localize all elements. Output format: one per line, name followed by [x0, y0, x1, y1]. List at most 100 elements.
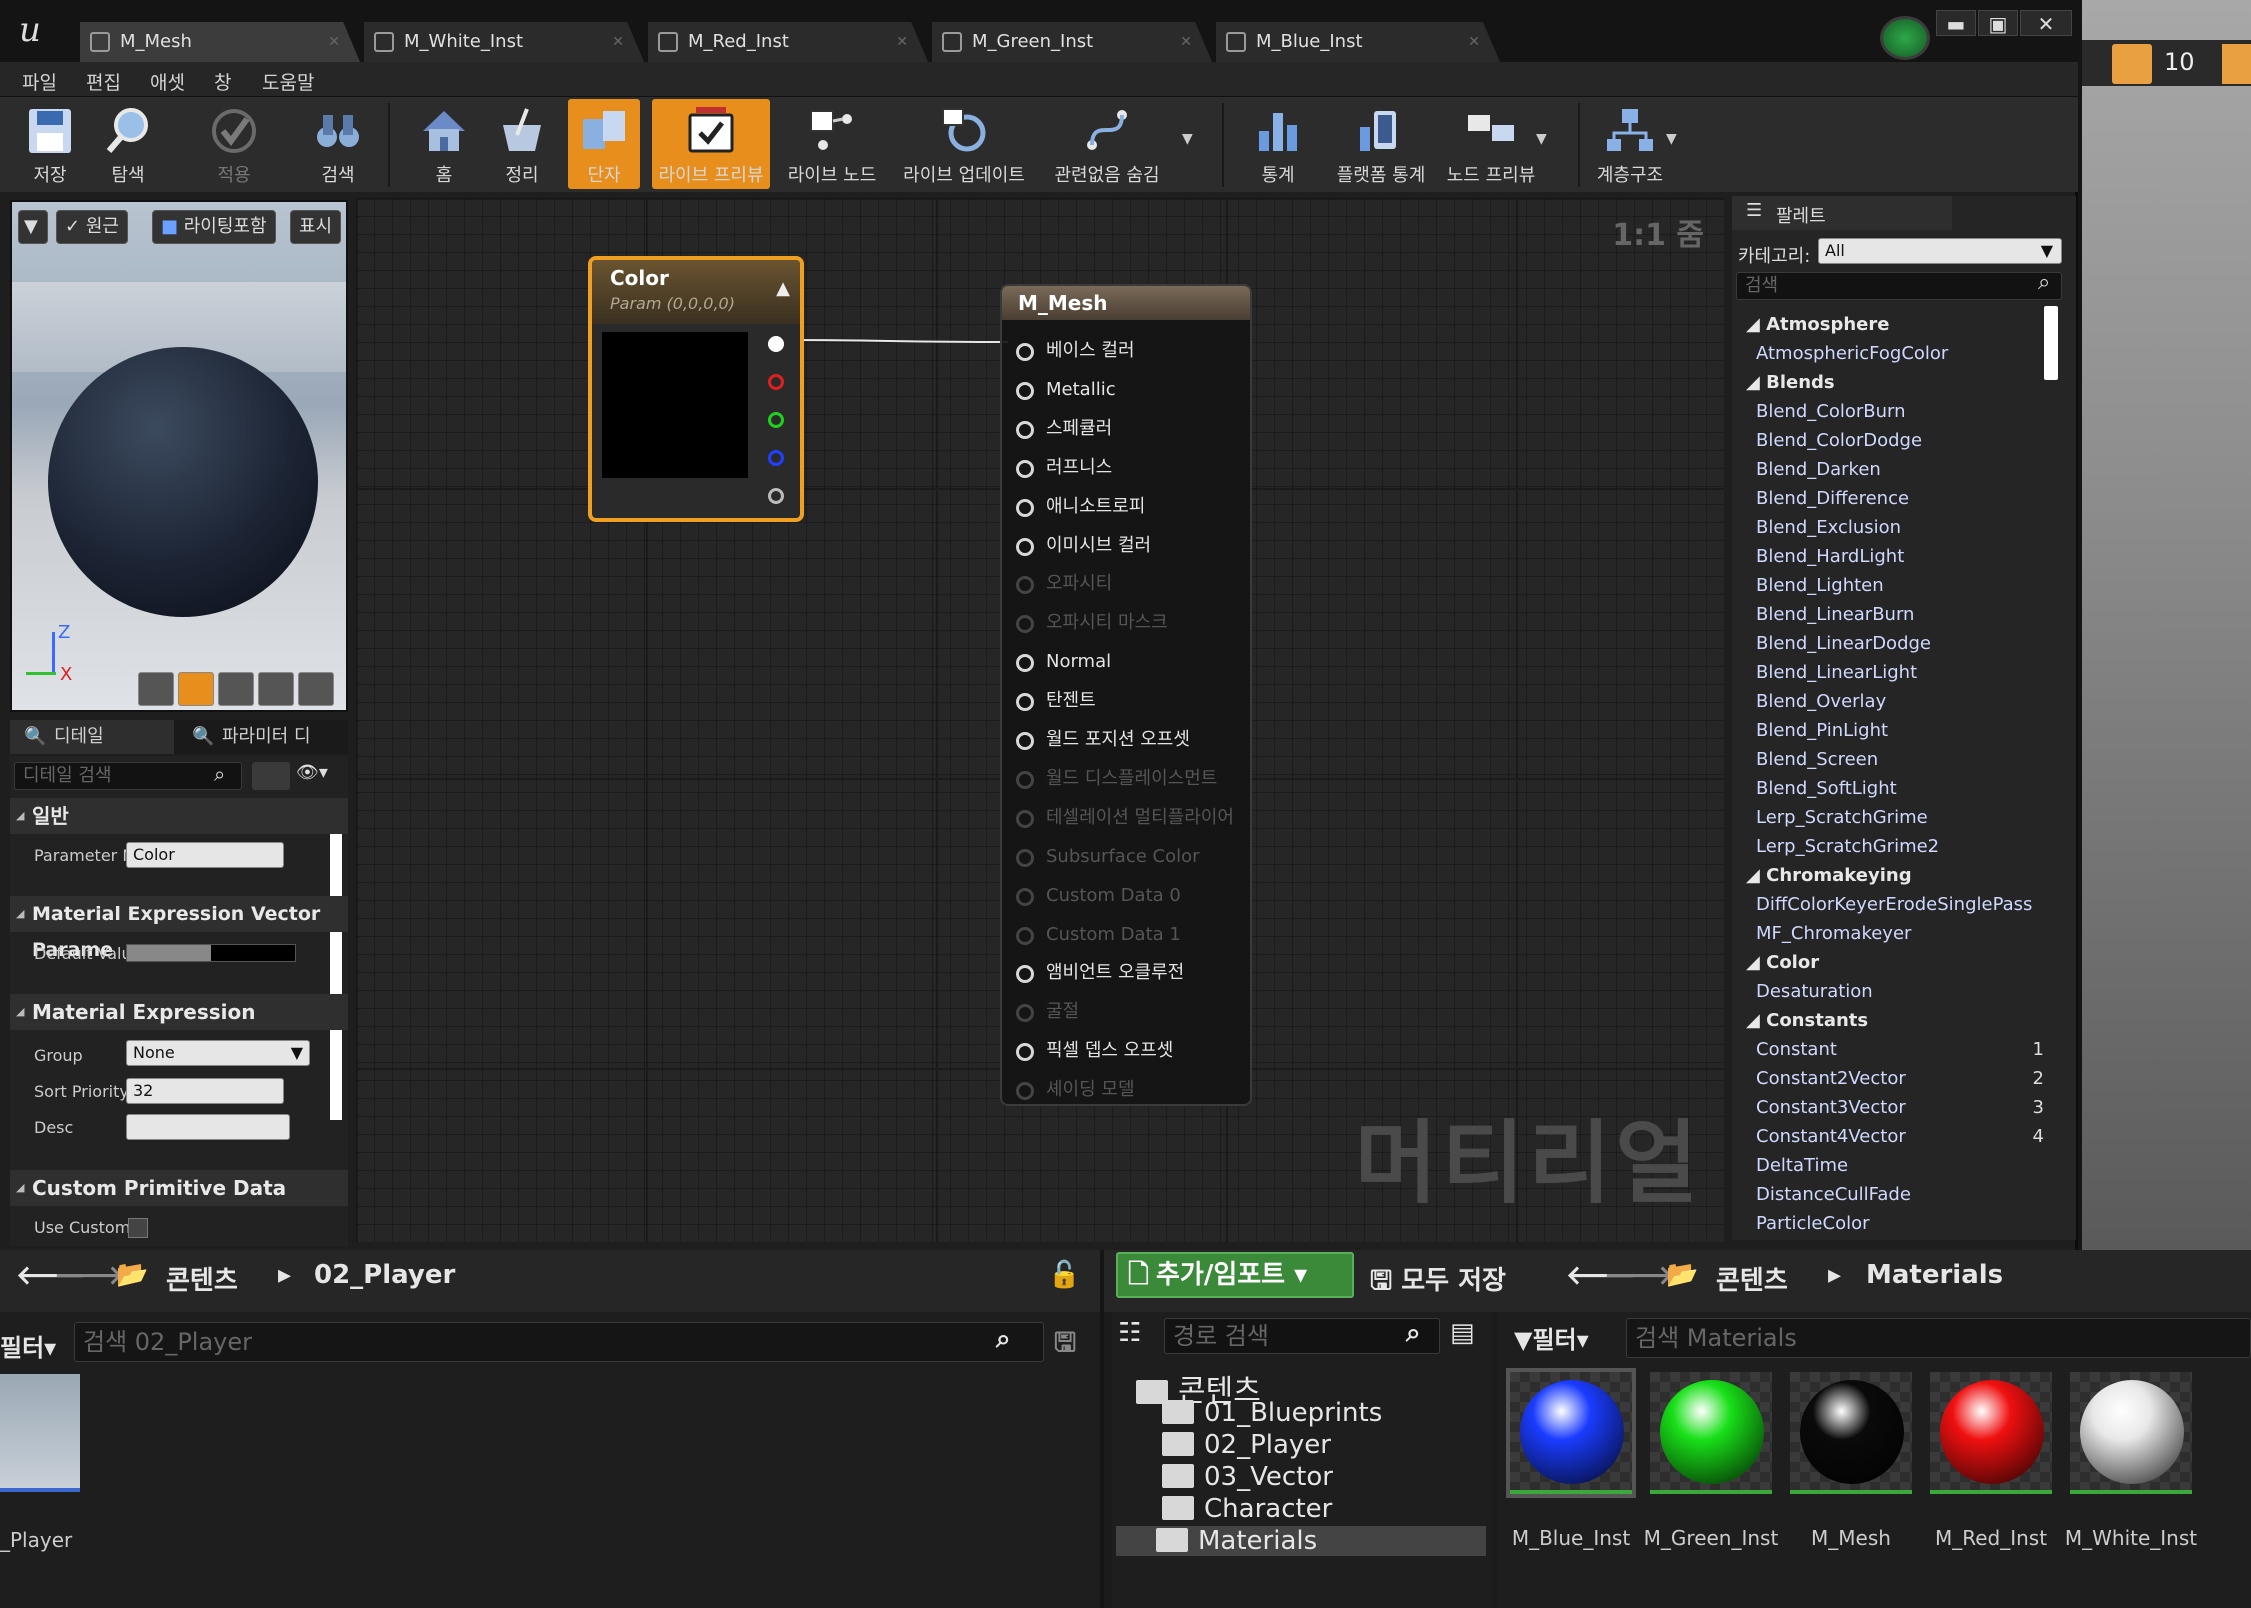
- player-asset-thumbnail[interactable]: [0, 1374, 80, 1492]
- palette-search-input[interactable]: 검색: [1736, 272, 2062, 300]
- material-result-node[interactable]: M_Mesh 베이스 컬러 Metallic 스페큘러 러프니스 애니소트로피 이미시브 …: [1000, 284, 1252, 1106]
- path-search-input[interactable]: 경로 검색: [1164, 1318, 1440, 1354]
- palette-item[interactable]: Blend_SoftLight: [1732, 774, 2062, 803]
- material-thumbnail[interactable]: [1930, 1372, 2052, 1494]
- palette-item[interactable]: DistanceCullFade: [1732, 1180, 2062, 1209]
- input-pin[interactable]: Metallic: [1016, 377, 1116, 403]
- palette-item[interactable]: Constant 1: [1732, 1035, 2062, 1064]
- asset-label[interactable]: M_Red_Inst: [1921, 1526, 2061, 1550]
- breadcrumb-root[interactable]: 콘텐츠: [166, 1260, 238, 1297]
- input-pin[interactable]: 월드 포지션 오프셋: [1016, 727, 1190, 753]
- lock-icon[interactable]: 🔓: [1048, 1260, 1080, 1290]
- palette-item[interactable]: Blend_Lighten: [1732, 571, 2062, 600]
- output-pin-g[interactable]: [768, 412, 784, 428]
- input-pin[interactable]: Custom Data 0: [1016, 883, 1181, 909]
- input-pin[interactable]: 오파시티: [1016, 571, 1112, 597]
- input-pin[interactable]: 애니소트로피: [1016, 494, 1145, 520]
- angle-snap-icon[interactable]: [2222, 44, 2251, 84]
- filter-button[interactable]: 필터▾: [0, 1328, 56, 1363]
- forward-arrow-icon[interactable]: 🡒: [1604, 1260, 1674, 1291]
- collapse-icon[interactable]: ▲: [776, 278, 790, 299]
- palette-item[interactable]: Blend_Overlay: [1732, 687, 2062, 716]
- palette-category[interactable]: ◢ Constants: [1732, 1006, 2062, 1035]
- palette-item[interactable]: Blend_LinearDodge: [1732, 629, 2062, 658]
- material-thumbnail[interactable]: [2070, 1372, 2192, 1494]
- input-pin[interactable]: Subsurface Color: [1016, 844, 1200, 870]
- input-pin[interactable]: 굴절: [1016, 999, 1079, 1025]
- tree-folder-03-vector[interactable]: 03_Vector: [1162, 1462, 1333, 1492]
- output-pin-r[interactable]: [768, 374, 784, 390]
- palette-item[interactable]: Blend_LinearBurn: [1732, 600, 2062, 629]
- palette-scrollbar[interactable]: [2044, 306, 2058, 380]
- color-parameter-node[interactable]: Color Param (0,0,0,0) ▲: [588, 256, 804, 522]
- breadcrumb-folder[interactable]: 02_Player: [314, 1260, 455, 1290]
- forward-arrow-icon[interactable]: 🡒: [54, 1260, 124, 1291]
- palette-item[interactable]: AtmosphericFogColor: [1732, 339, 2062, 368]
- input-pin[interactable]: Custom Data 1: [1016, 922, 1181, 948]
- material-thumbnail[interactable]: [1506, 1368, 1636, 1498]
- breadcrumb-root[interactable]: 콘텐츠: [1716, 1260, 1788, 1297]
- palette-item[interactable]: DeltaTime: [1732, 1151, 2062, 1180]
- view-options-icon[interactable]: ▤: [1450, 1318, 1475, 1348]
- palette-item[interactable]: Blend_ColorDodge: [1732, 426, 2062, 455]
- input-pin[interactable]: Normal: [1016, 649, 1111, 675]
- material-thumbnail[interactable]: [1650, 1372, 1772, 1494]
- output-pin-a[interactable]: [768, 488, 784, 504]
- input-pin[interactable]: 월드 디스플레이스먼트: [1016, 766, 1217, 792]
- output-pin-b[interactable]: [768, 450, 784, 466]
- input-pin[interactable]: 오파시티 마스크: [1016, 610, 1168, 636]
- palette-item[interactable]: Constant4Vector 4: [1732, 1122, 2062, 1151]
- asset-label[interactable]: M_Blue_Inst: [1501, 1526, 1641, 1550]
- palette-item[interactable]: Blend_Difference: [1732, 484, 2062, 513]
- asset-label[interactable]: _Player: [0, 1528, 72, 1552]
- input-pin[interactable]: 테셀레이션 멀티플라이어: [1016, 805, 1234, 831]
- palette-item[interactable]: Blend_Screen: [1732, 745, 2062, 774]
- material-thumbnail[interactable]: [1790, 1372, 1912, 1494]
- palette-item[interactable]: DiffColorKeyerErodeSinglePass: [1732, 890, 2062, 919]
- palette-item[interactable]: Lerp_ScratchGrime2: [1732, 832, 2062, 861]
- grid-snap-icon[interactable]: [2112, 44, 2152, 84]
- input-pin[interactable]: 앰비언트 오클루전: [1016, 960, 1184, 986]
- palette-category[interactable]: ◢ Color: [1732, 948, 2062, 977]
- tree-folder-01-blueprints[interactable]: 01_Blueprints: [1162, 1398, 1382, 1428]
- palette-item[interactable]: Blend_Exclusion: [1732, 513, 2062, 542]
- input-pin[interactable]: 픽셀 뎁스 오프셋: [1016, 1038, 1173, 1064]
- add-import-button[interactable]: 🗋 추가/임포트 ▾: [1116, 1252, 1354, 1298]
- asset-label[interactable]: M_Green_Inst: [1641, 1526, 1781, 1550]
- palette-item[interactable]: Desaturation: [1732, 977, 2062, 1006]
- input-pin[interactable]: 탄젠트: [1016, 688, 1096, 714]
- input-pin[interactable]: 스페큘러: [1016, 416, 1112, 442]
- category-dropdown[interactable]: All ▼: [1818, 238, 2062, 264]
- content-search-input[interactable]: 검색 02_Player: [74, 1322, 1044, 1362]
- palette-item[interactable]: Blend_LinearLight: [1732, 658, 2062, 687]
- palette-category[interactable]: ◢ Blends: [1732, 368, 2062, 397]
- tab-palette[interactable]: ☰ 팔레트: [1732, 196, 1952, 230]
- palette-item[interactable]: Constant2Vector 2: [1732, 1064, 2062, 1093]
- palette-item[interactable]: Blend_HardLight: [1732, 542, 2062, 571]
- palette-item[interactable]: Lerp_ScratchGrime: [1732, 803, 2062, 832]
- tree-options-icon[interactable]: ☷: [1118, 1318, 1141, 1348]
- palette-item[interactable]: ParticleColor: [1732, 1209, 2062, 1230]
- breadcrumb-folder[interactable]: Materials: [1866, 1260, 2003, 1290]
- output-pin-rgb[interactable]: [768, 336, 784, 352]
- input-pin[interactable]: 베이스 컬러: [1016, 338, 1135, 364]
- tree-folder-character[interactable]: Character: [1162, 1494, 1332, 1524]
- tree-folder-materials[interactable]: Materials: [1116, 1526, 1486, 1556]
- filter-button[interactable]: ▼필터▾: [1514, 1320, 1589, 1355]
- asset-label[interactable]: M_White_Inst: [2061, 1526, 2201, 1550]
- asset-label[interactable]: M_Mesh: [1781, 1526, 1921, 1550]
- palette-category[interactable]: ◢ Chromakeying: [1732, 861, 2062, 890]
- palette-item[interactable]: Blend_ColorBurn: [1732, 397, 2062, 426]
- save-all-button[interactable]: 🖫 모두 저장: [1370, 1260, 1506, 1306]
- palette-item[interactable]: Blend_Darken: [1732, 455, 2062, 484]
- palette-category[interactable]: ◢ Atmosphere: [1732, 310, 2062, 339]
- input-pin[interactable]: 이미시브 컬러: [1016, 533, 1151, 559]
- palette-item[interactable]: Constant3Vector 3: [1732, 1093, 2062, 1122]
- palette-item[interactable]: Blend_PinLight: [1732, 716, 2062, 745]
- input-pin[interactable]: 러프니스: [1016, 455, 1112, 481]
- input-pin[interactable]: 셰이딩 모델: [1016, 1077, 1135, 1103]
- materials-search-input[interactable]: 검색 Materials: [1626, 1318, 2251, 1358]
- save-search-icon[interactable]: 🖫: [1054, 1324, 1076, 1368]
- palette-item[interactable]: MF_Chromakeyer: [1732, 919, 2062, 948]
- tree-folder-02-player[interactable]: 02_Player: [1162, 1430, 1331, 1460]
